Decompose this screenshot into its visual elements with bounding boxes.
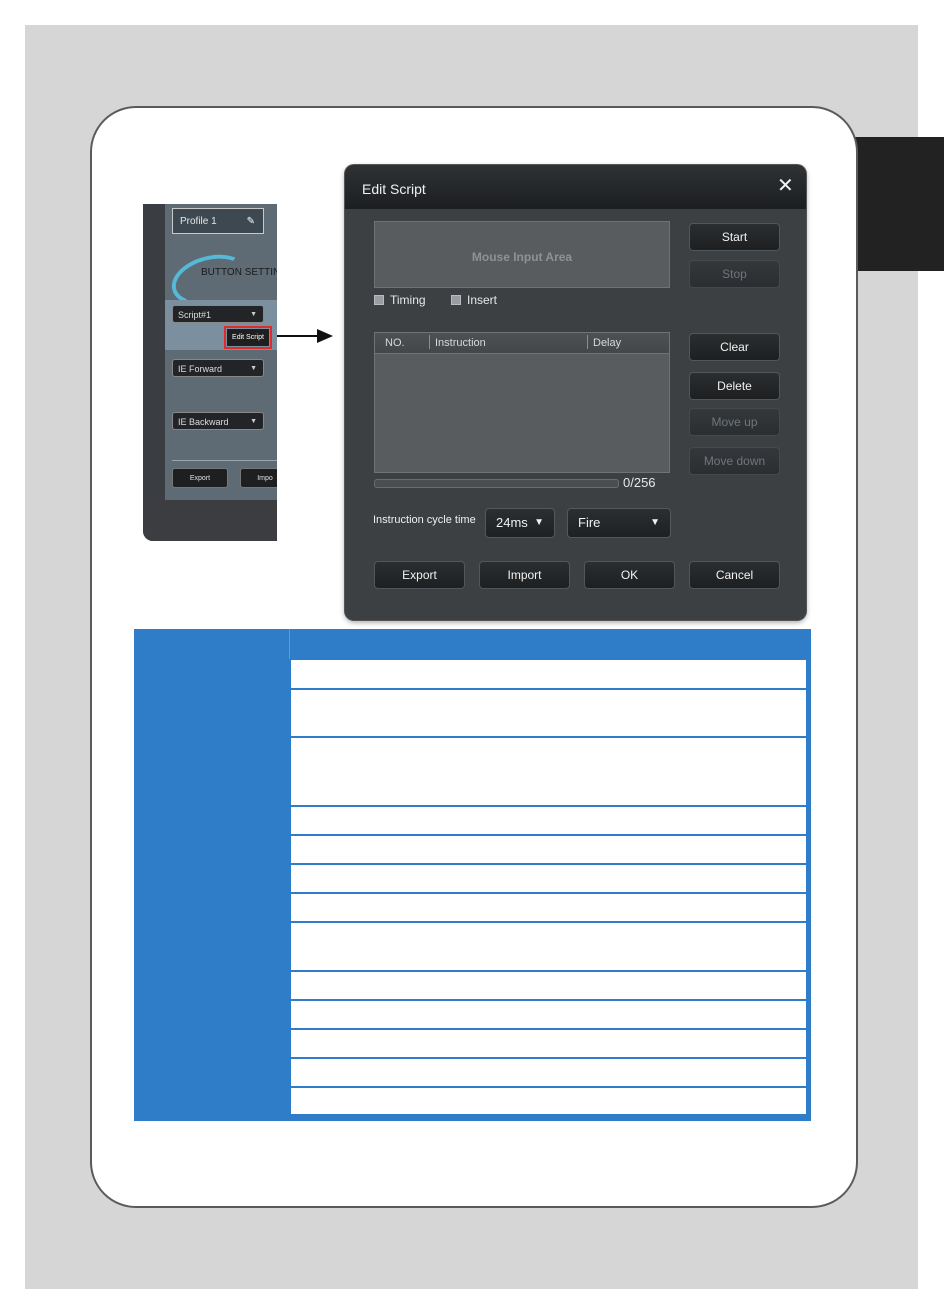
row-description-cell [291, 690, 806, 736]
panel-footer [143, 500, 277, 541]
chevron-down-icon: ▼ [250, 418, 257, 425]
table-row [139, 1059, 806, 1086]
profile-label: Profile 1 [180, 216, 217, 227]
row-description-cell [291, 865, 806, 892]
timing-checkbox[interactable]: Timing [374, 293, 426, 307]
header-column-divider [289, 629, 290, 659]
mini-export-button[interactable]: Export [172, 468, 228, 488]
row-label-cell [139, 836, 286, 863]
table-row [139, 660, 806, 688]
profile-name-field[interactable]: Profile 1 ✎ [172, 208, 264, 234]
cancel-button[interactable]: Cancel [689, 561, 780, 589]
forward-dropdown-value: IE Forward [178, 364, 223, 374]
import-button[interactable]: Import [479, 561, 570, 589]
section-title: BUTTON SETTIN [201, 267, 277, 278]
table-row [139, 923, 806, 970]
table-row [139, 894, 806, 921]
row-description-cell [291, 1001, 806, 1028]
delete-button[interactable]: Delete [689, 372, 780, 400]
row-description-cell [291, 972, 806, 999]
divider [172, 460, 277, 461]
stop-button[interactable]: Stop [689, 260, 780, 288]
dialog-titlebar: Edit Script ✕ [345, 165, 806, 209]
cycle-time-select[interactable]: 24ms ▼ [485, 508, 555, 538]
row-label-cell [139, 1088, 286, 1114]
chevron-down-icon: ▼ [250, 311, 257, 318]
capacity-bar [374, 479, 619, 488]
column-separator [587, 335, 588, 349]
script-dropdown-value: Script#1 [178, 310, 212, 320]
column-delay: Delay [593, 337, 622, 349]
software-screenshot: Profile 1 ✎ BUTTON SETTIN Script#1 ▼ Edi… [143, 204, 277, 541]
row-label-cell [139, 690, 286, 736]
row-label-cell [139, 894, 286, 921]
column-instruction: Instruction [435, 337, 486, 349]
row-description-cell [291, 836, 806, 863]
row-description-cell [291, 1088, 806, 1114]
timing-label: Timing [390, 293, 426, 307]
arrow-right-icon [277, 329, 333, 343]
row-label-cell [139, 865, 286, 892]
chevron-down-icon: ▼ [534, 517, 544, 528]
backward-dropdown[interactable]: IE Backward ▼ [172, 412, 264, 430]
column-separator [429, 335, 430, 349]
script-dropdown[interactable]: Script#1 ▼ [172, 305, 264, 323]
column-no: NO. [385, 337, 405, 349]
row-label-cell [139, 972, 286, 999]
move-down-button[interactable]: Move down [689, 447, 780, 475]
table-row [139, 836, 806, 863]
row-label-cell [139, 923, 286, 970]
table-row [139, 865, 806, 892]
row-description-cell [291, 807, 806, 834]
chevron-down-icon: ▼ [650, 517, 660, 528]
clear-button[interactable]: Clear [689, 333, 780, 361]
row-description-cell [291, 923, 806, 970]
row-description-cell [291, 1059, 806, 1086]
table-row [139, 690, 806, 736]
row-description-cell [291, 738, 806, 805]
edit-script-dialog: Edit Script ✕ Mouse Input Area Timing In… [345, 165, 806, 620]
row-description-cell [291, 894, 806, 921]
mode-value: Fire [578, 515, 601, 530]
chevron-down-icon: ▼ [250, 365, 257, 372]
forward-dropdown[interactable]: IE Forward ▼ [172, 359, 264, 377]
checkbox-icon [451, 295, 461, 305]
move-up-button[interactable]: Move up [689, 408, 780, 436]
row-label-cell [139, 1059, 286, 1086]
row-label-cell [139, 1030, 286, 1057]
row-description-cell [291, 660, 806, 688]
mode-select[interactable]: Fire ▼ [567, 508, 671, 538]
row-description-cell [291, 1030, 806, 1057]
backward-dropdown-value: IE Backward [178, 417, 229, 427]
cycle-time-value: 24ms [496, 515, 528, 530]
export-button[interactable]: Export [374, 561, 465, 589]
cycle-time-label: Instruction cycle time [373, 514, 476, 526]
list-header: NO. Instruction Delay [375, 333, 669, 354]
table-row [139, 1088, 806, 1114]
description-table [134, 629, 811, 1121]
start-button[interactable]: Start [689, 223, 780, 251]
row-label-cell [139, 1001, 286, 1028]
table-row [139, 1030, 806, 1057]
mouse-input-area[interactable]: Mouse Input Area [374, 221, 670, 288]
row-label-cell [139, 807, 286, 834]
instruction-counter: 0/256 [623, 475, 656, 490]
insert-label: Insert [467, 293, 498, 307]
close-icon[interactable]: ✕ [777, 176, 794, 196]
row-label-cell [139, 738, 286, 805]
checkbox-icon [374, 295, 384, 305]
pencil-icon[interactable]: ✎ [247, 209, 255, 235]
table-row [139, 1001, 806, 1028]
settings-panel [165, 204, 277, 500]
highlight-box [224, 326, 272, 349]
instruction-list[interactable]: NO. Instruction Delay [374, 332, 670, 473]
table-row [139, 738, 806, 805]
row-label-cell [139, 660, 286, 688]
insert-checkbox[interactable]: Insert [451, 293, 497, 307]
table-row [139, 807, 806, 834]
ok-button[interactable]: OK [584, 561, 675, 589]
mini-import-button[interactable]: Impo [240, 468, 277, 488]
table-row [139, 972, 806, 999]
dialog-title: Edit Script [362, 181, 426, 197]
